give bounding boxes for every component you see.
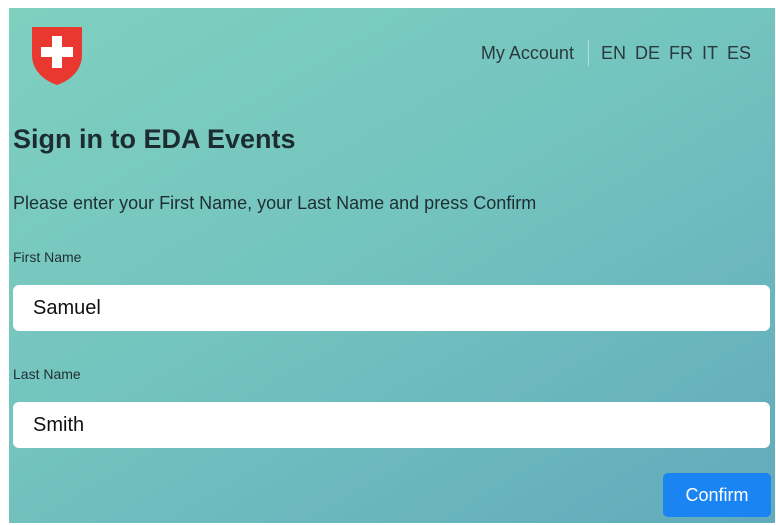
swiss-cross-shield-icon[interactable] (29, 25, 85, 87)
language-en[interactable]: EN (601, 43, 626, 64)
first-name-field[interactable] (13, 285, 770, 331)
language-it[interactable]: IT (702, 43, 718, 64)
language-switcher: EN DE FR IT ES (601, 43, 751, 64)
my-account-link[interactable]: My Account (481, 43, 588, 64)
first-name-label: First Name (13, 249, 82, 265)
language-fr[interactable]: FR (669, 43, 693, 64)
language-de[interactable]: DE (635, 43, 660, 64)
sign-in-page: My Account EN DE FR IT ES Sign in to EDA… (9, 8, 775, 523)
page-title: Sign in to EDA Events (13, 124, 296, 154)
last-name-label: Last Name (13, 366, 81, 382)
language-es[interactable]: ES (727, 43, 751, 64)
nav-divider (587, 40, 589, 66)
instructions-text: Please enter your First Name, your Last … (13, 193, 537, 213)
last-name-field[interactable] (13, 402, 770, 448)
top-navigation: My Account EN DE FR IT ES (481, 40, 751, 66)
confirm-button[interactable]: Confirm (663, 473, 771, 517)
